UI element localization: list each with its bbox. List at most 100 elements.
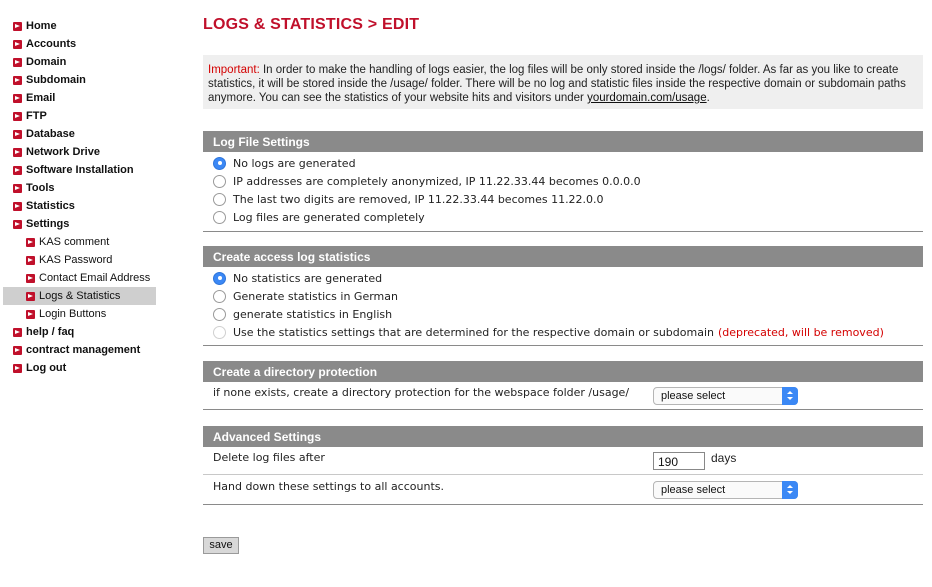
radio-button[interactable] — [213, 271, 226, 285]
sidebar-subitem-kas-comment[interactable]: KAS comment — [0, 233, 160, 251]
sidebar-item-contract-management[interactable]: contract management — [0, 341, 160, 359]
sidebar-item-label: Login Buttons — [39, 308, 107, 320]
arrow-bullet-icon — [13, 21, 22, 31]
sidebar-item-label: Home — [26, 20, 57, 32]
log-option-complete[interactable]: Log files are generated completely — [203, 208, 923, 226]
sidebar-item-domain[interactable]: Domain — [0, 53, 160, 71]
sidebar-item-settings[interactable]: Settings — [0, 215, 160, 233]
arrow-bullet-icon — [13, 165, 22, 175]
radio-label: The last two digits are removed, IP 11.2… — [233, 192, 604, 206]
arrow-bullet-icon — [13, 201, 22, 211]
notice-text: In order to make the handling of logs ea… — [208, 64, 906, 104]
sidebar-item-help-faq[interactable]: help / faq — [0, 323, 160, 341]
arrow-bullet-icon — [26, 255, 35, 265]
sidebar-item-statistics[interactable]: Statistics — [0, 197, 160, 215]
sidebar-item-database[interactable]: Database — [0, 125, 160, 143]
arrow-bullet-icon — [13, 183, 22, 193]
sidebar-item-label: Logs & Statistics — [39, 290, 121, 302]
radio-button[interactable] — [213, 210, 226, 224]
log-option-last-two-digits[interactable]: The last two digits are removed, IP 11.2… — [203, 190, 923, 208]
hand-down-label: Hand down these settings to all accounts… — [213, 480, 444, 493]
radio-label: Use the statistics settings that are det… — [233, 325, 714, 339]
radio-label: Generate statistics in German — [233, 289, 398, 303]
log-file-settings-section: Log File Settings No logs are generated … — [203, 131, 923, 232]
radio-button[interactable] — [213, 156, 226, 170]
usage-link[interactable]: yourdomain.com/usage — [587, 92, 707, 104]
page-title: LOGS & STATISTICS > EDIT — [203, 16, 420, 33]
arrow-bullet-icon — [13, 147, 22, 157]
stats-option-domain-settings[interactable]: Use the statistics settings that are det… — [203, 323, 923, 341]
arrow-bullet-icon — [13, 57, 22, 67]
arrow-bullet-icon — [26, 237, 35, 247]
select-value: please select — [661, 484, 726, 496]
sidebar-item-label: Contact Email Address — [39, 272, 151, 284]
hand-down-select[interactable]: please select — [653, 481, 798, 499]
delete-days-input[interactable]: 190 — [653, 452, 705, 470]
sidebar-item-label: FTP — [26, 110, 47, 122]
sidebar-item-subdomain[interactable]: Subdomain — [0, 71, 160, 89]
sidebar-item-label: Domain — [26, 56, 67, 68]
arrow-bullet-icon — [13, 39, 22, 49]
sidebar-item-label: Email — [26, 92, 56, 104]
arrow-bullet-icon — [26, 273, 35, 283]
statistics-options: No statistics are generated Generate sta… — [203, 267, 923, 346]
sidebar-item-label: contract management — [26, 344, 141, 356]
radio-button[interactable] — [213, 174, 226, 188]
sidebar-item-email[interactable]: Email — [0, 89, 160, 107]
radio-label: No logs are generated — [233, 156, 356, 170]
section-heading: Log File Settings — [203, 131, 923, 152]
delete-log-row: Delete log files after 190 days — [203, 447, 923, 475]
sidebar-subitem-logs-statistics[interactable]: Logs & Statistics — [3, 287, 156, 305]
arrow-bullet-icon — [13, 345, 22, 355]
sidebar-item-label: Accounts — [26, 38, 77, 50]
stats-option-german[interactable]: Generate statistics in German — [203, 287, 923, 305]
sidebar-item-label: Network Drive — [26, 146, 100, 158]
sidebar-subitem-login-buttons[interactable]: Login Buttons — [0, 305, 160, 323]
save-button[interactable]: save — [203, 537, 239, 554]
arrow-bullet-icon — [13, 129, 22, 139]
sidebar: Home Accounts Domain Subdomain Email FTP… — [0, 17, 160, 377]
arrow-bullet-icon — [13, 363, 22, 373]
sidebar-item-label: Tools — [26, 182, 55, 194]
stats-option-english[interactable]: generate statistics in English — [203, 305, 923, 323]
access-log-statistics-section: Create access log statistics No statisti… — [203, 246, 923, 346]
directory-protection-label: if none exists, create a directory prote… — [213, 386, 630, 399]
radio-button[interactable] — [213, 192, 226, 206]
select-stepper-icon — [782, 387, 798, 405]
sidebar-item-accounts[interactable]: Accounts — [0, 35, 160, 53]
radio-label: Log files are generated completely — [233, 210, 425, 224]
arrow-bullet-icon — [13, 93, 22, 103]
arrow-bullet-icon — [13, 75, 22, 85]
log-option-anonymized[interactable]: IP addresses are completely anonymized, … — [203, 172, 923, 190]
radio-button[interactable] — [213, 325, 226, 339]
sidebar-item-label: Database — [26, 128, 75, 140]
sidebar-item-network-drive[interactable]: Network Drive — [0, 143, 160, 161]
days-unit-label: days — [711, 451, 737, 465]
directory-protection-select[interactable]: please select — [653, 387, 798, 405]
sidebar-item-label: KAS Password — [39, 254, 113, 266]
sidebar-item-tools[interactable]: Tools — [0, 179, 160, 197]
directory-protection-section: Create a directory protection if none ex… — [203, 361, 923, 410]
sidebar-item-label: KAS comment — [39, 236, 110, 248]
sidebar-item-software-installation[interactable]: Software Installation — [0, 161, 160, 179]
sidebar-subitem-contact-email[interactable]: Contact Email Address — [0, 269, 160, 287]
sidebar-item-label: Settings — [26, 218, 70, 230]
sidebar-item-label: Statistics — [26, 200, 75, 212]
sidebar-item-ftp[interactable]: FTP — [0, 107, 160, 125]
directory-protection-row: if none exists, create a directory prote… — [203, 382, 923, 410]
sidebar-item-label: Software Installation — [26, 164, 134, 176]
arrow-bullet-icon — [13, 219, 22, 229]
sidebar-subitem-kas-password[interactable]: KAS Password — [0, 251, 160, 269]
select-stepper-icon — [782, 481, 798, 499]
sidebar-item-log-out[interactable]: Log out — [0, 359, 160, 377]
log-option-no-logs[interactable]: No logs are generated — [203, 154, 923, 172]
sidebar-item-home[interactable]: Home — [0, 17, 160, 35]
arrow-bullet-icon — [13, 111, 22, 121]
radio-label: No statistics are generated — [233, 271, 383, 285]
arrow-bullet-icon — [26, 291, 35, 301]
radio-button[interactable] — [213, 307, 226, 321]
sidebar-item-label: Subdomain — [26, 74, 86, 86]
stats-option-none[interactable]: No statistics are generated — [203, 269, 923, 287]
sidebar-item-label: Log out — [26, 362, 67, 374]
radio-button[interactable] — [213, 289, 226, 303]
